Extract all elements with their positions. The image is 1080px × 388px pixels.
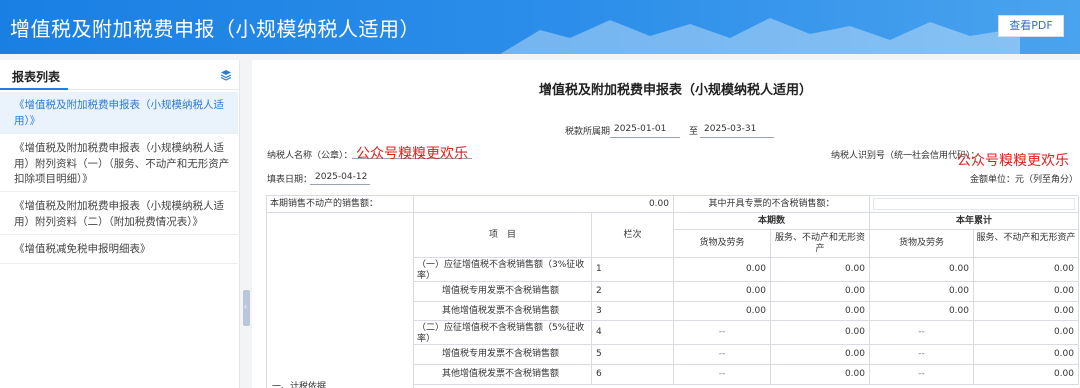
row-3-ytd-goods[interactable]: 0.00	[870, 302, 974, 321]
real-estate-sales-label: 本期销售不动产的销售额：	[267, 196, 414, 213]
header-ytd-goods: 货物及劳务	[870, 230, 974, 258]
header-col: 栏次	[592, 213, 674, 258]
row-4-ytd-goods: --	[870, 321, 974, 345]
row-4-ytd-services[interactable]: 0.00	[974, 321, 1079, 345]
header-item: 项 目	[414, 213, 592, 258]
fill-date-field[interactable]: 2025-04-12	[315, 172, 367, 182]
sidebar-collapse-handle[interactable]: ‹	[243, 290, 250, 326]
special-invoice-sales-input[interactable]	[873, 198, 1075, 210]
row-3-ytd-services[interactable]: 0.00	[974, 302, 1079, 321]
sidebar-item-attachment-2[interactable]: 《增值税及附加税费申报表（小规模纳税人适用）附列资料（二）（附加税费情况表）》	[0, 193, 238, 235]
period-start-underline	[610, 137, 680, 138]
sidebar-item-exemption-detail[interactable]: 《增值税减免税申报明细表》	[0, 236, 238, 264]
page-title: 增值税及附加税费申报（小规模纳税人适用）	[10, 17, 420, 41]
row-2-item: 增值税专用发票不含税销售额	[414, 282, 592, 302]
row-4-current-services[interactable]: 0.00	[771, 321, 870, 345]
amount-unit-label: 金额单位：元（列至角分）	[970, 175, 1079, 185]
sidebar-title-underline	[0, 88, 68, 90]
row-5-current-services[interactable]: 0.00	[771, 345, 870, 365]
row-4-item: （二）应征增值税不含税销售额（5%征收率）	[414, 321, 592, 345]
report-title: 增值税及附加税费申报表（小规模纳税人适用）	[539, 83, 813, 98]
row-3-current-goods[interactable]: 0.00	[674, 302, 771, 321]
header-current-goods: 货物及劳务	[674, 230, 771, 258]
header-ytd: 本年累计	[870, 213, 1079, 230]
row-4-current-goods: --	[674, 321, 771, 345]
report-list-sidebar: 报表列表 《增值税及附加税费申报表（小规模纳税人适用）》 《增值税及附加税费申报…	[0, 60, 240, 388]
row-6-current-goods: --	[674, 365, 771, 385]
header-current-services: 服务、不动产和无形资产	[771, 230, 870, 258]
section-label-cell: 一、计税依据	[267, 213, 414, 388]
row-6-ytd-goods: --	[870, 365, 974, 385]
period-end-field[interactable]: 2025-03-31	[704, 124, 756, 134]
row-3-item: 其他增值税发票不含税销售额	[414, 302, 592, 321]
row-3-col: 3	[592, 302, 674, 321]
sidebar-header: 报表列表	[0, 60, 239, 90]
row-5-item: 增值税专用发票不含税销售额	[414, 345, 592, 365]
row-2-current-services[interactable]: 0.00	[771, 282, 870, 302]
row-6-item: 其他增值税发票不含税销售额	[414, 365, 592, 385]
row-6-ytd-services[interactable]: 0.00	[974, 365, 1079, 385]
fill-date-label: 填表日期：	[267, 175, 313, 185]
watermark-text-right: 公众号糗糗更欢乐	[957, 153, 1069, 169]
header-ytd-services: 服务、不动产和无形资产	[974, 230, 1079, 258]
period-end-underline	[700, 137, 774, 138]
header-current: 本期数	[674, 213, 870, 230]
special-invoice-sales-label: 其中开具专票的不含税销售额：	[674, 196, 870, 213]
chevron-left-icon: ‹	[244, 302, 248, 311]
row-1-current-services[interactable]: 0.00	[771, 258, 870, 282]
special-invoice-sales-value[interactable]	[870, 196, 1079, 213]
section-label: 一、计税依据	[272, 382, 327, 388]
row-5-ytd-services[interactable]: 0.00	[974, 345, 1079, 365]
period-to-label: 至	[689, 127, 699, 137]
row-2-ytd-goods[interactable]: 0.00	[870, 282, 974, 302]
period-label: 税款所属期	[565, 127, 611, 137]
row-5-current-goods: --	[674, 345, 771, 365]
real-estate-sales-value: 0.00	[414, 196, 674, 213]
row-1-col: 1	[592, 258, 674, 282]
row-1-item: （一）应征增值税不含税销售额（3%征收率）	[414, 258, 592, 282]
row-4-col: 4	[592, 321, 674, 345]
layers-icon[interactable]	[220, 69, 232, 81]
row-1-ytd-services[interactable]: 0.00	[974, 258, 1079, 282]
row-6-current-services[interactable]: 0.00	[771, 365, 870, 385]
row-6-col: 6	[592, 365, 674, 385]
fill-date-underline	[310, 184, 370, 185]
tax-declaration-table: 本期销售不动产的销售额： 0.00 其中开具专票的不含税销售额： 一、计税依据 …	[266, 195, 1079, 388]
report-form: 增值税及附加税费申报表（小规模纳税人适用） 税款所属期 2025-01-01 至…	[252, 60, 1080, 388]
app-header: 增值税及附加税费申报（小规模纳税人适用） 查看PDF	[0, 0, 1080, 54]
taxpayer-name-label: 纳税人名称（公章）：	[267, 151, 353, 161]
row-2-col: 2	[592, 282, 674, 302]
period-start-field[interactable]: 2025-01-01	[614, 124, 666, 134]
row-1-ytd-goods[interactable]: 0.00	[870, 258, 974, 282]
row-2-ytd-services[interactable]: 0.00	[974, 282, 1079, 302]
sidebar-title: 报表列表	[12, 70, 61, 84]
row-3-current-services[interactable]: 0.00	[771, 302, 870, 321]
row-2-current-goods[interactable]: 0.00	[674, 282, 771, 302]
row-5-ytd-goods: --	[870, 345, 974, 365]
row-1-current-goods[interactable]: 0.00	[674, 258, 771, 282]
sidebar-item-main-report[interactable]: 《增值税及附加税费申报表（小规模纳税人适用）》	[0, 92, 238, 134]
view-pdf-button[interactable]: 查看PDF	[998, 15, 1064, 37]
sidebar-item-attachment-1[interactable]: 《增值税及附加税费申报表（小规模纳税人适用）附列资料（一）（服务、不动产和无形资…	[0, 135, 238, 192]
watermark-text: 公众号糗糗更欢乐	[356, 146, 468, 162]
great-wall-decoration	[500, 18, 1020, 54]
row-5-col: 5	[592, 345, 674, 365]
